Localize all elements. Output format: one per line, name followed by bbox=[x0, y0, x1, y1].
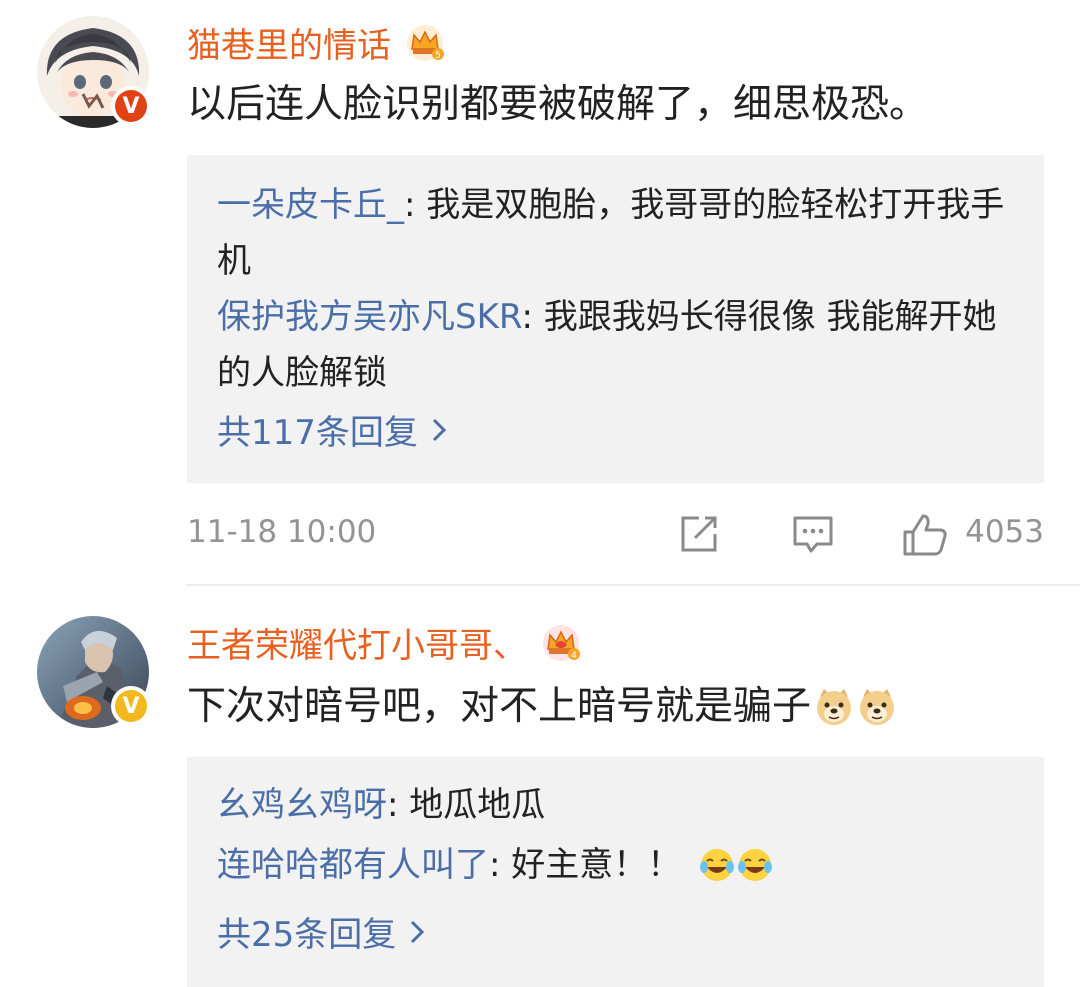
svg-text:5: 5 bbox=[435, 51, 441, 61]
reply-item: 一朵皮卡丘_: 我是双胞胎，我哥哥的脸轻松打开我手机 bbox=[217, 177, 1014, 289]
reply-username[interactable]: 幺鸡幺鸡呀 bbox=[217, 785, 387, 825]
reply-username[interactable]: 连哈哈都有人叫了 bbox=[217, 837, 489, 893]
like-count: 4053 bbox=[965, 514, 1044, 550]
chevron-right-icon bbox=[432, 418, 447, 441]
reply-preview-box[interactable]: 幺鸡幺鸡呀: 地瓜地瓜 连哈哈都有人叫了: 好主意！！ 共25条回复 bbox=[187, 757, 1044, 987]
verified-badge-icon: V bbox=[111, 686, 151, 726]
comment-text: 以后连人脸识别都要被破解了，细思极恐。 bbox=[187, 82, 929, 127]
comment-icon[interactable] bbox=[791, 512, 835, 556]
crown-icon: 4 bbox=[543, 624, 580, 661]
more-replies-label: 共25条回复 bbox=[217, 915, 397, 955]
doge-emoji-icon bbox=[860, 689, 895, 725]
reply-item: 连哈哈都有人叫了: 好主意！！ bbox=[217, 837, 1014, 893]
comment-text: 下次对暗号吧，对不上暗号就是骗子 bbox=[187, 684, 812, 729]
crown-icon: 5 bbox=[407, 24, 444, 61]
chevron-right-icon bbox=[411, 920, 425, 943]
divider bbox=[187, 584, 1080, 586]
view-more-replies[interactable]: 共117条回复 bbox=[217, 405, 448, 454]
more-replies-label: 共117条回复 bbox=[217, 413, 418, 453]
svg-text:4: 4 bbox=[571, 651, 577, 661]
view-more-replies[interactable]: 共25条回复 bbox=[217, 907, 426, 956]
share-icon[interactable] bbox=[677, 512, 721, 556]
comment-meta: 11-18 10:00 4053 bbox=[187, 512, 1044, 556]
avatar[interactable]: V bbox=[37, 616, 151, 728]
reply-item: 保护我方吴亦凡SKR: 我跟我妈长得很像 我能解开她的人脸解锁 bbox=[217, 289, 1014, 401]
reply-text: : 好主意！！ bbox=[489, 845, 682, 885]
thumbs-up-icon[interactable] bbox=[901, 512, 949, 558]
username[interactable]: 猫巷里的情话 bbox=[187, 18, 391, 67]
reply-text: : 地瓜地瓜 bbox=[387, 785, 546, 825]
username[interactable]: 王者荣耀代打小哥哥、 bbox=[187, 618, 527, 667]
avatar[interactable]: V bbox=[37, 16, 151, 128]
laugh-cry-emoji-icon bbox=[700, 849, 735, 881]
reply-preview-box[interactable]: 一朵皮卡丘_: 我是双胞胎，我哥哥的脸轻松打开我手机 保护我方吴亦凡SKR: 我… bbox=[187, 155, 1044, 483]
timestamp: 11-18 10:00 bbox=[187, 514, 377, 550]
laugh-cry-emoji-icon bbox=[738, 849, 773, 881]
reply-username[interactable]: 保护我方吴亦凡SKR bbox=[217, 297, 521, 337]
verified-badge-icon: V bbox=[111, 86, 151, 126]
reply-username[interactable]: 一朵皮卡丘_ bbox=[217, 185, 404, 225]
reply-item: 幺鸡幺鸡呀: 地瓜地瓜 bbox=[217, 777, 1014, 833]
doge-emoji-icon bbox=[817, 689, 852, 725]
